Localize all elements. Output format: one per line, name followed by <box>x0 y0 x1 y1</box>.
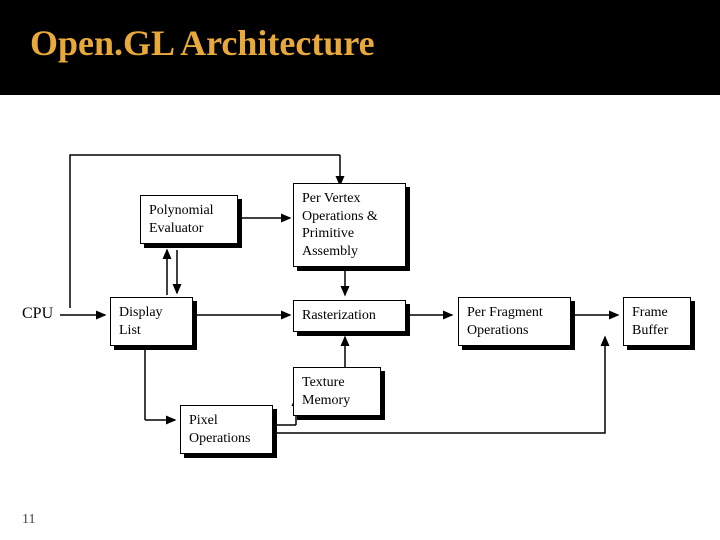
page-number: 11 <box>22 512 35 528</box>
box-raster-text: Rasterization <box>302 308 376 323</box>
box-perfrag: Per FragmentOperations <box>458 297 571 346</box>
box-display-text: DisplayList <box>119 305 163 338</box>
box-pixel: PixelOperations <box>180 405 273 454</box>
box-raster: Rasterization <box>293 300 406 332</box>
box-pervertex: Per VertexOperations &PrimitiveAssembly <box>293 183 406 267</box>
box-frame: FrameBuffer <box>623 297 691 346</box>
box-polynomial: PolynomialEvaluator <box>140 195 238 244</box>
box-frame-text: FrameBuffer <box>632 305 668 338</box>
box-pervertex-text: Per VertexOperations &PrimitiveAssembly <box>302 191 378 259</box>
cpu-label: CPU <box>22 305 53 323</box>
box-display: DisplayList <box>110 297 193 346</box>
box-texture-text: TextureMemory <box>302 375 350 408</box>
page-title: Open.GL Architecture <box>0 0 720 64</box>
diagram-canvas: CPU PolynomialEvaluator Per VertexOperat… <box>0 95 720 540</box>
box-perfrag-text: Per FragmentOperations <box>467 305 543 338</box>
box-pixel-text: PixelOperations <box>189 413 250 446</box>
box-polynomial-text: PolynomialEvaluator <box>149 203 214 236</box>
box-texture: TextureMemory <box>293 367 381 416</box>
